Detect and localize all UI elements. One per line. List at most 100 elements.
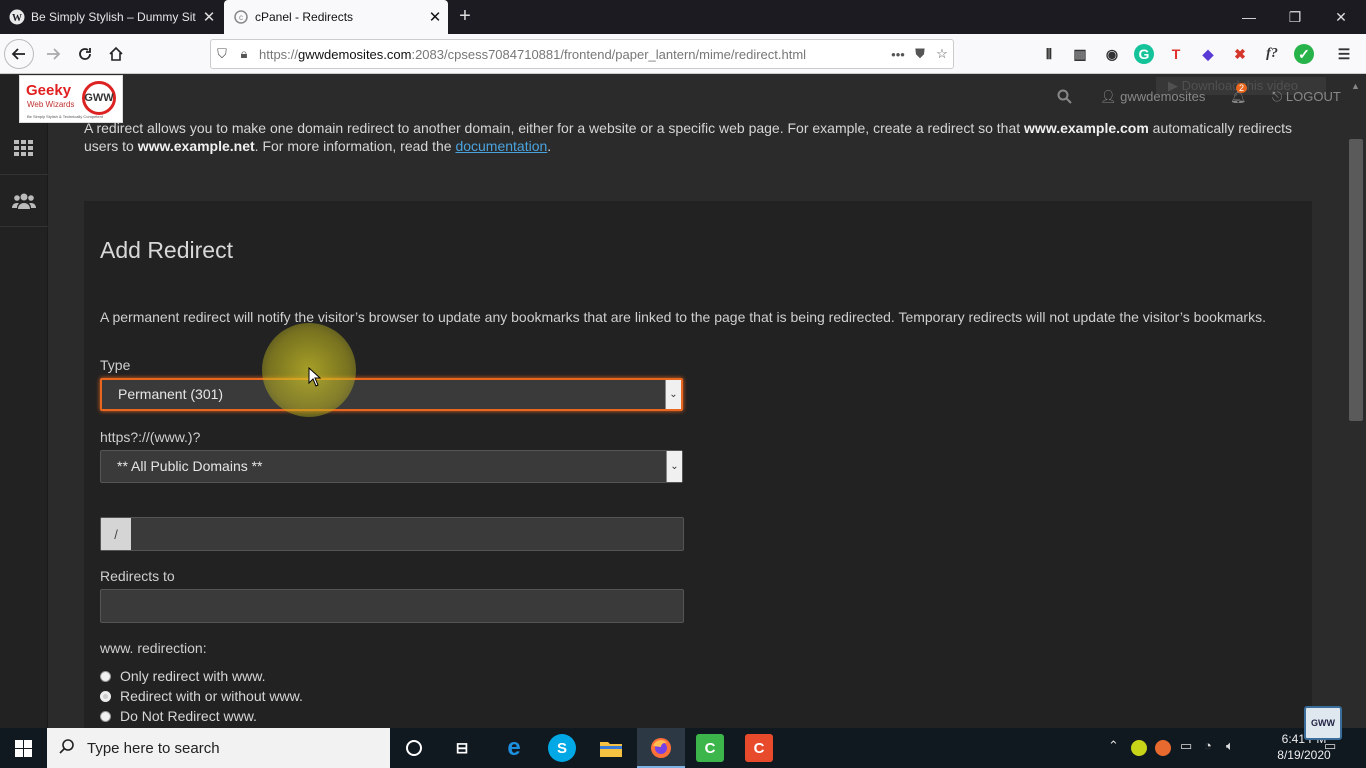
radio-button[interactable] [100,670,111,682]
cross-extension-icon[interactable]: ✖ [1230,44,1250,64]
domain-label: https?://(www.)? [100,429,201,445]
url-host: gwwdemosites.com [298,46,412,62]
restore-button[interactable]: ❐ [1272,0,1318,34]
redirects-to-label: Redirects to [100,568,175,584]
notifications-bell[interactable]: 🔔︎ 2 [1230,83,1248,105]
url-prefix: https:// [259,46,299,62]
forward-button[interactable] [38,39,68,69]
wifi-icon[interactable]: ◔ [1204,738,1212,753]
camtasia-recorder-icon[interactable]: C [696,734,724,762]
bookmark-star-icon[interactable]: ☆ [931,46,953,62]
sidebar-icon[interactable]: ▥ [1070,44,1090,64]
path-prefix-addon: / [101,518,131,550]
account-icon[interactable]: ◉ [1102,44,1122,64]
radio-label: Do Not Redirect www. [120,708,257,724]
scroll-up-icon[interactable]: ▲ [1351,81,1360,91]
wordpress-icon: W [9,9,25,25]
logo-brand-text: Geeky [26,82,72,99]
radio-only-with-www[interactable]: Only redirect with www. [100,668,265,684]
url-text[interactable]: https://gwwdemosites.com:2083/cpsess7084… [255,47,887,62]
cpanel-page: Geeky Web Wizards Be Simply Stylish & Te… [0,75,1366,728]
search-placeholder: Type here to search [87,739,220,757]
lock-icon[interactable]: 🔒︎ [233,46,255,62]
firefox-icon[interactable] [647,734,675,762]
intro-example-com: www.example.com [1024,120,1149,136]
svg-text:c: c [239,13,243,22]
new-tab-button[interactable]: + [452,4,478,30]
redirect-intro-text: A redirect allows you to make one domain… [84,119,1324,155]
volume-icon[interactable]: 🔈︎ [1226,738,1234,754]
radio-do-not-redirect-www[interactable]: Do Not Redirect www. [100,708,257,724]
battery-icon[interactable]: ▭ [1180,738,1192,754]
tray-green-icon[interactable] [1131,740,1147,756]
file-explorer-icon[interactable] [597,734,625,762]
library-icon[interactable]: ⫴ [1039,44,1059,64]
type-select[interactable]: Permanent (301) ⌄ [100,378,683,411]
tray-orange-icon[interactable] [1155,740,1171,756]
page-actions-icon[interactable]: ••• [887,47,909,62]
tab-cpanel-redirects[interactable]: c cPanel - Redirects ✕ [224,0,448,34]
pocket-icon[interactable]: ⛊ [909,46,931,62]
back-button[interactable] [4,39,34,69]
taskbar-search-box[interactable]: Type here to search [47,728,390,768]
close-tab-icon[interactable]: ✕ [422,8,448,26]
logout-link[interactable]: ⎋ LOGOUT [1272,89,1341,105]
add-redirect-description: A permanent redirect will notify the vis… [100,309,1266,325]
notifications-icon[interactable]: ▭ [1324,738,1336,754]
grammarly-icon[interactable]: G [1134,44,1154,64]
cpanel-sidebar [0,75,48,728]
intro-text-1: A redirect allows you to make one domain… [84,120,1025,136]
intro-text-3: . For more information, read the [254,138,456,154]
diamond-extension-icon[interactable]: ◆ [1198,44,1218,64]
tab-title: Be Simply Stylish – Dummy Site [31,10,196,24]
camtasia-editor-icon[interactable]: C [745,734,773,762]
gww-watermark-logo: GWW [1304,706,1342,740]
scrollbar-thumb[interactable] [1349,139,1363,421]
logout-icon: ⎋ [1272,89,1283,104]
menu-icon[interactable]: ☰ [1334,44,1354,64]
documentation-link[interactable]: documentation [455,138,547,154]
radio-label: Redirect with or without www. [120,688,303,704]
search-icon[interactable] [1057,89,1072,107]
intro-text-4: . [547,138,552,154]
radio-button[interactable] [100,710,111,722]
shield-icon[interactable]: ⛉ [211,46,233,62]
radio-button-selected[interactable] [100,690,111,702]
home-button[interactable] [101,39,131,69]
close-window-button[interactable]: ✕ [1318,0,1364,34]
tab-title: cPanel - Redirects [255,10,354,24]
edge-icon[interactable]: e [500,734,528,762]
logout-text: LOGOUT [1285,89,1341,104]
close-tab-icon[interactable]: ✕ [196,8,222,26]
www-redirection-label: www. redirection: [100,640,207,656]
checkmark-extension-icon[interactable]: ✓ [1294,44,1314,64]
skype-icon[interactable]: S [548,734,576,762]
users-icon[interactable] [0,175,48,227]
cpanel-icon: c [234,10,248,24]
type-label: Type [100,357,131,373]
home-grid-icon[interactable] [0,123,48,175]
domain-select-value: ** All Public Domains ** [117,458,263,474]
tab-be-simply-stylish[interactable]: W Be Simply Stylish – Dummy Site ✕ [0,0,222,34]
user-menu[interactable]: 👤︎ gwwdemosites [1100,89,1205,105]
function-extension-icon[interactable]: f? [1262,44,1282,64]
url-path: :2083/cpsess7084710881/frontend/paper_la… [411,46,807,62]
minimize-button[interactable]: — [1226,0,1272,34]
start-button[interactable] [0,728,47,768]
user-icon: 👤︎ [1100,89,1117,104]
address-bar[interactable]: ⛉ 🔒︎ https://gwwdemosites.com:2083/cpses… [210,39,954,69]
geeky-web-wizards-logo[interactable]: Geeky Web Wizards Be Simply Stylish & Te… [19,75,123,123]
home-icon [109,46,123,61]
radio-with-or-without-www[interactable]: Redirect with or without www. [100,688,303,704]
windows-taskbar: Type here to search ⊟ e S C C ⌃ ▭ ◔ 🔈︎ 6… [0,728,1366,768]
username-text: gwwdemosites [1120,89,1206,104]
tray-overflow-icon[interactable]: ⌃ [1108,738,1119,754]
cortana-icon[interactable] [400,734,428,762]
chevron-down-icon[interactable]: ⌄ [666,451,682,482]
t-extension-icon[interactable]: T [1166,44,1186,64]
domain-select[interactable]: ** All Public Domains ** ⌄ [100,450,683,483]
chevron-down-icon[interactable]: ⌄ [665,380,681,409]
reload-button[interactable] [70,39,100,69]
redirects-to-input[interactable] [100,589,684,623]
task-view-icon[interactable]: ⊟ [448,734,476,762]
